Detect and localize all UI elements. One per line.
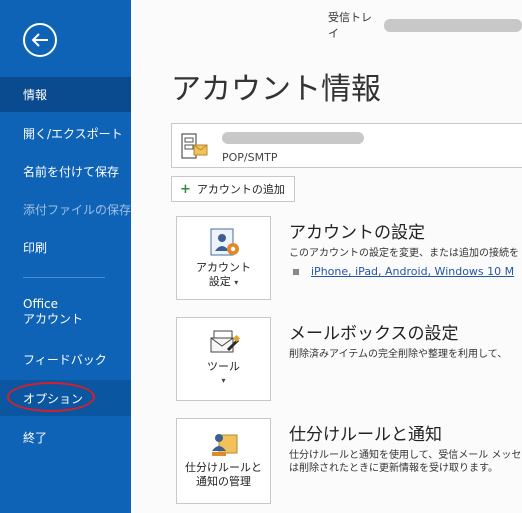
sidebar-divider (23, 277, 105, 278)
account-settings-tile-line2: 設定 (208, 275, 231, 288)
back-button[interactable] (23, 23, 57, 57)
rules-alerts-icon (211, 434, 237, 456)
account-settings-tile-line2-wrap: 設定 ▾ (209, 275, 239, 290)
rules-tile-line1: 仕分けルールと (185, 461, 262, 474)
rules-alerts-desc-line1: 仕分けルールと通知を使用して、受信メール メッセ (289, 450, 522, 461)
nav-exit-label: 終了 (23, 430, 48, 445)
window-title: 受信トレイ (328, 9, 522, 41)
nav-save-attachments: 添付ファイルの保存 (0, 192, 131, 226)
nav-open-export[interactable]: 開く/エクスポート (0, 116, 131, 150)
manage-rules-button[interactable]: 仕分けルールと 通知の管理 (176, 418, 271, 504)
account-settings-heading: アカウントの設定 (289, 223, 425, 243)
redacted-account-name (222, 132, 364, 144)
nav-exit[interactable]: 終了 (0, 420, 131, 454)
nav-print-label: 印刷 (23, 240, 48, 255)
mailbox-settings-heading: メールボックスの設定 (289, 324, 459, 344)
inbox-label: 受信トレイ (328, 11, 372, 40)
backstage-sidebar: 情報 開く/エクスポート 名前を付けて保存 添付ファイルの保存 印刷 Offic… (0, 0, 131, 513)
tools-button[interactable]: ツール ▾ (176, 317, 271, 401)
add-account-label: アカウントの追加 (196, 183, 285, 196)
back-arrow-icon (31, 33, 48, 47)
dropdown-arrow-icon: ▾ (221, 376, 226, 385)
nav-open-export-label: 開く/エクスポート (23, 126, 123, 141)
bullet-icon (293, 269, 299, 275)
account-type: POP/SMTP (222, 151, 278, 164)
mobile-setup-link[interactable]: iPhone, iPad, Android, Windows 10 M (293, 265, 514, 278)
nav-office-account-line2: アカウント (23, 312, 84, 326)
page-title: アカウント情報 (171, 72, 381, 107)
account-mailbox-icon (181, 133, 208, 159)
account-settings-button[interactable]: アカウント 設定 ▾ (176, 216, 271, 300)
nav-info-label: 情報 (23, 88, 48, 102)
rules-tile-line2: 通知の管理 (196, 475, 251, 488)
options-highlight-circle (7, 382, 95, 412)
nav-feedback-label: フィードバック (23, 352, 107, 367)
account-selector[interactable]: POP/SMTP (171, 123, 522, 168)
nav-save-attachments-label: 添付ファイルの保存 (23, 202, 132, 217)
plus-icon: + (180, 181, 191, 197)
mailbox-tools-icon (210, 330, 240, 353)
nav-office-account[interactable]: Office アカウント (0, 292, 131, 332)
mobile-setup-link-text[interactable]: iPhone, iPad, Android, Windows 10 M (311, 265, 514, 278)
rules-alerts-desc-line2: は削除されたときに更新情報を受け取ります。 (289, 463, 498, 474)
nav-save-as[interactable]: 名前を付けて保存 (0, 154, 131, 188)
rules-alerts-heading: 仕分けルールと通知 (289, 425, 442, 445)
nav-save-as-label: 名前を付けて保存 (23, 164, 120, 179)
account-settings-desc: このアカウントの設定を変更、または追加の接続を (289, 248, 519, 259)
account-settings-icon (210, 228, 239, 256)
account-settings-tile-line1: アカウント (196, 261, 251, 274)
dropdown-arrow-icon: ▾ (234, 278, 239, 287)
main-panel: 受信トレイ アカウント情報 POP/SMTP + アカウントの追加 アカウント … (131, 0, 522, 513)
nav-office-account-line1: Office (23, 297, 59, 311)
nav-info[interactable]: 情報 (0, 77, 131, 112)
mailbox-settings-desc: 削除済みアイテムの完全削除や整理を利用して、 (289, 349, 508, 360)
nav-print[interactable]: 印刷 (0, 230, 131, 264)
add-account-button[interactable]: + アカウントの追加 (171, 176, 295, 202)
nav-feedback[interactable]: フィードバック (0, 342, 131, 376)
tools-tile-label: ツール (207, 360, 240, 373)
redacted-email (384, 18, 522, 32)
